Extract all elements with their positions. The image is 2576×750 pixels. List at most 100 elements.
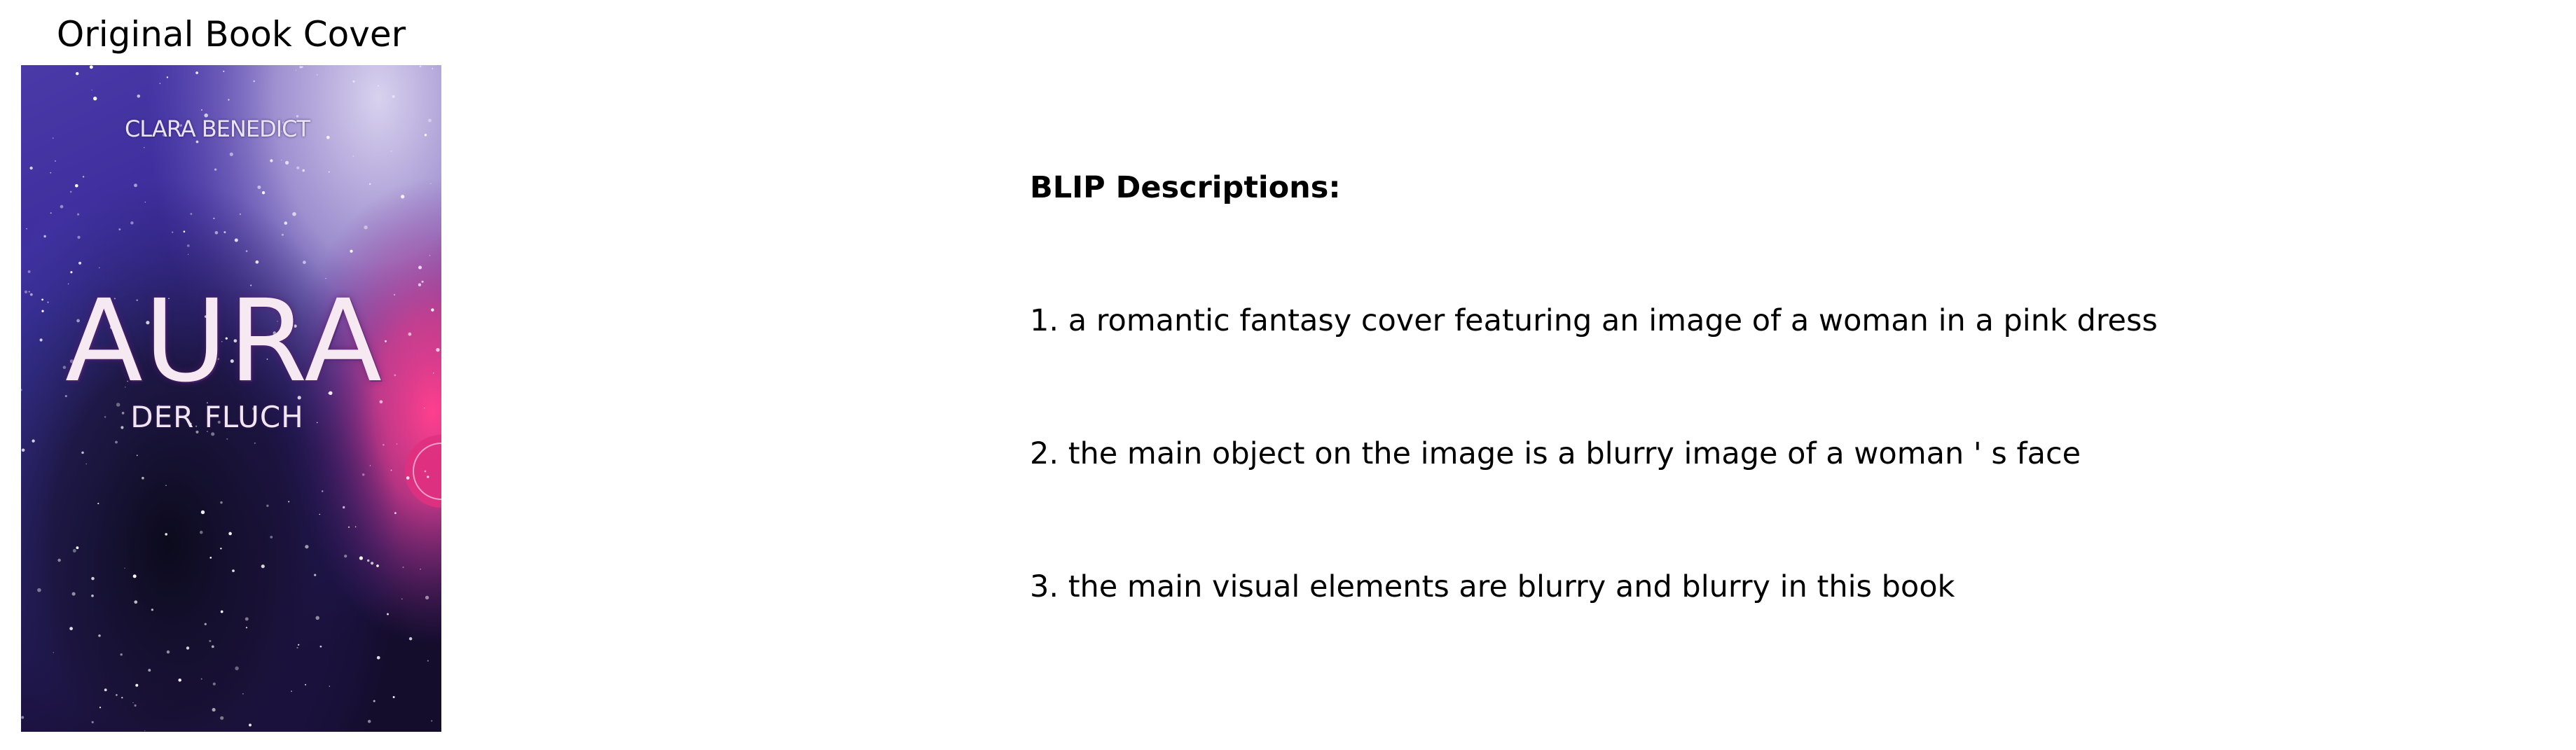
cover-star bbox=[132, 574, 137, 578]
cover-star bbox=[427, 660, 429, 662]
cover-star bbox=[213, 217, 215, 219]
cover-star bbox=[298, 644, 300, 646]
cover-star bbox=[104, 688, 107, 692]
cover-star bbox=[186, 646, 190, 650]
cover-star bbox=[347, 526, 350, 528]
cover-star bbox=[212, 682, 216, 686]
cover-star bbox=[254, 443, 256, 444]
cover-star bbox=[436, 347, 440, 352]
cover-star bbox=[429, 254, 431, 256]
cover-star bbox=[29, 166, 33, 170]
cover-star bbox=[115, 440, 118, 444]
cover-star bbox=[390, 469, 392, 471]
cover-star bbox=[85, 463, 88, 465]
cover-star bbox=[366, 559, 370, 562]
cover-star bbox=[195, 71, 198, 74]
cover-subtitle: DER FLUCH bbox=[130, 400, 304, 434]
cover-star bbox=[361, 473, 365, 476]
cover-star bbox=[76, 546, 79, 550]
cover-star bbox=[134, 600, 138, 604]
cover-star bbox=[255, 260, 259, 264]
cover-star bbox=[364, 225, 368, 230]
cover-star bbox=[82, 176, 85, 178]
cover-star bbox=[220, 548, 222, 550]
cover-star bbox=[166, 650, 170, 654]
cover-star bbox=[314, 574, 317, 576]
cover-star bbox=[98, 634, 101, 637]
cover-star bbox=[134, 183, 137, 188]
cover-star bbox=[387, 613, 389, 616]
cover-star bbox=[209, 557, 212, 559]
cover-star bbox=[367, 719, 371, 723]
cover-star bbox=[292, 211, 296, 216]
cover-star bbox=[376, 655, 380, 660]
cover-star bbox=[165, 533, 168, 536]
cover-star bbox=[223, 231, 226, 234]
cover-star bbox=[75, 71, 79, 76]
cover-star bbox=[344, 554, 347, 558]
cover-star bbox=[234, 238, 238, 242]
cover-star bbox=[373, 700, 376, 702]
cover-star bbox=[257, 185, 261, 189]
cover-star bbox=[24, 290, 28, 294]
descriptions-heading: BLIP Descriptions: bbox=[1030, 170, 1341, 205]
cover-star bbox=[200, 510, 205, 515]
cover-star bbox=[209, 639, 212, 642]
cover-star bbox=[253, 80, 256, 83]
cover-title: AURA bbox=[64, 276, 384, 408]
cover-star bbox=[91, 594, 94, 597]
cover-star bbox=[424, 134, 427, 137]
cover-star bbox=[392, 95, 395, 98]
cover-star bbox=[305, 683, 307, 686]
cover-star bbox=[301, 66, 303, 68]
cover-star bbox=[116, 694, 118, 696]
cover-star bbox=[37, 588, 41, 592]
cover-star bbox=[99, 707, 102, 709]
cover-star bbox=[81, 451, 84, 454]
cover-star bbox=[137, 95, 141, 98]
cover-star bbox=[418, 265, 422, 270]
cover-star bbox=[57, 558, 61, 562]
cover-star bbox=[26, 228, 27, 230]
cover-star bbox=[120, 653, 123, 656]
cover-star bbox=[242, 693, 244, 695]
cover-star bbox=[401, 598, 403, 600]
cover-star bbox=[296, 166, 300, 169]
cover-star bbox=[77, 213, 80, 216]
cover-star bbox=[136, 454, 138, 457]
cover-star bbox=[376, 564, 379, 567]
cover-star bbox=[328, 171, 330, 173]
cover-star bbox=[270, 536, 273, 539]
cover-star bbox=[383, 443, 385, 446]
cover-star bbox=[420, 568, 421, 570]
cover-star bbox=[118, 228, 121, 230]
cover-star bbox=[245, 627, 248, 629]
cover-star bbox=[288, 501, 290, 503]
cover-star bbox=[142, 476, 144, 480]
cover-star bbox=[143, 146, 145, 148]
cover-star bbox=[316, 74, 318, 76]
cover-star bbox=[21, 448, 25, 452]
cover-star bbox=[284, 221, 288, 225]
cover-star bbox=[419, 65, 422, 68]
cover-star bbox=[148, 669, 151, 672]
cover-star bbox=[396, 443, 398, 445]
cover-star bbox=[130, 221, 134, 225]
cover-star bbox=[43, 235, 46, 238]
cover-star bbox=[305, 545, 309, 549]
cover-star bbox=[228, 99, 230, 101]
cover-star bbox=[406, 476, 410, 480]
cover-star bbox=[369, 465, 371, 466]
cover-author: CLARA BENEDICT bbox=[124, 116, 310, 142]
cover-star bbox=[424, 470, 427, 473]
cover-star bbox=[425, 595, 429, 600]
cover-star bbox=[432, 68, 434, 69]
cover-star bbox=[427, 475, 429, 478]
cover-star bbox=[369, 183, 371, 186]
cover-star bbox=[220, 501, 223, 504]
cover-star bbox=[354, 526, 357, 528]
cover-star bbox=[74, 183, 78, 188]
cover-star bbox=[401, 195, 405, 199]
cover-star bbox=[178, 678, 181, 682]
cover-star bbox=[166, 76, 169, 78]
